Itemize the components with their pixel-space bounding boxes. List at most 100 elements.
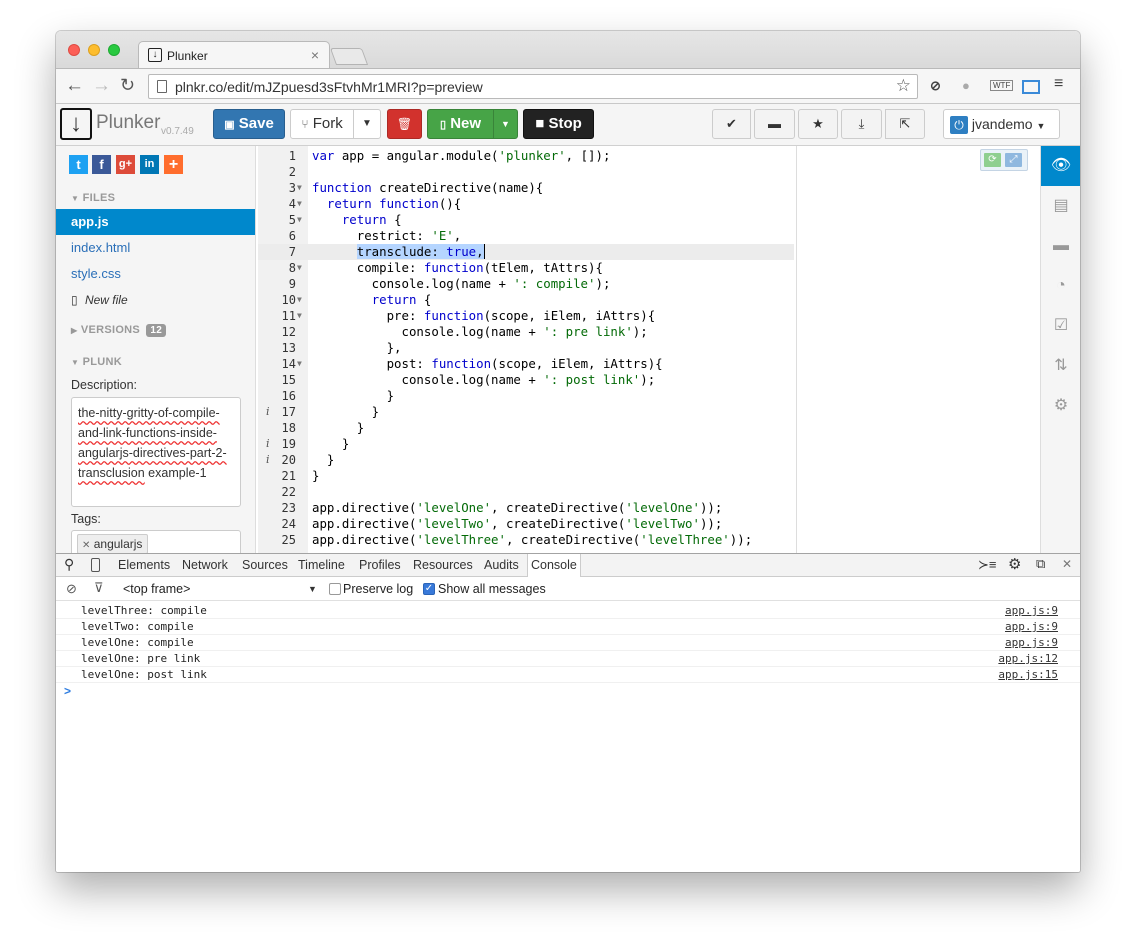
screen-capture-icon[interactable] [1022, 80, 1040, 94]
console-source-link[interactable]: app.js:9 [1005, 603, 1058, 619]
plunk-heading[interactable]: ▼ PLUNK [71, 356, 122, 368]
tab-console[interactable]: Console [527, 554, 581, 577]
tab-sources[interactable]: Sources [242, 558, 288, 572]
save-button[interactable]: ▣ Save [213, 109, 285, 139]
code-line[interactable]: 22 [258, 484, 794, 500]
code-line[interactable]: 7 transclude: true, [258, 244, 794, 260]
new-tab-button[interactable] [329, 48, 369, 65]
code-line[interactable]: 4 ▼ return function(){ [258, 196, 794, 212]
code-line[interactable]: 10 ▼ return { [258, 292, 794, 308]
new-button[interactable]: ▯ New [427, 109, 494, 139]
code-line[interactable]: 6 restrict: 'E', [258, 228, 794, 244]
console-drawer-icon[interactable]: ≻≡ [978, 557, 996, 573]
tab-close-icon[interactable]: × [311, 47, 319, 63]
close-devtools-icon[interactable]: ✕ [1062, 557, 1072, 571]
linkedin-icon[interactable]: in [140, 155, 159, 174]
remove-tag-icon[interactable]: ✕ [82, 540, 90, 551]
plunker-logo-icon[interactable]: ↓ [60, 108, 92, 140]
code-line[interactable]: 14 ▼ post: function(scope, iElem, iAttrs)… [258, 356, 794, 372]
console-source-link[interactable]: app.js:9 [1005, 635, 1058, 651]
refresh-preview-icon[interactable]: ⟳ [984, 153, 1001, 167]
briefcase-button[interactable]: ▬ [754, 109, 795, 139]
browser-tab[interactable]: ↓ Plunker × [138, 41, 330, 69]
preserve-log-checkbox[interactable] [329, 583, 341, 595]
description-textarea[interactable]: the-nitty-gritty-of-compile- and-link-fu… [71, 397, 241, 507]
tab-audits[interactable]: Audits [484, 558, 519, 572]
check-button[interactable]: ✔ [712, 109, 751, 139]
fold-arrow-icon[interactable]: ▼ [297, 212, 302, 228]
stop-button[interactable]: ■ Stop [523, 109, 594, 139]
fold-arrow-icon[interactable]: ▼ [297, 260, 302, 276]
frame-selector[interactable]: <top frame> [123, 582, 190, 596]
show-all-messages-checkbox[interactable]: ✓ [423, 583, 435, 595]
delete-button[interactable]: 🗑 [387, 109, 422, 139]
preview-eye-icon[interactable]: 👁 [1041, 146, 1080, 186]
console-source-link[interactable]: app.js:9 [1005, 619, 1058, 635]
code-line[interactable]: 24 app.directive('levelTwo', createDirect… [258, 516, 794, 532]
download-button[interactable]: ⤓ [841, 109, 882, 139]
frame-dropdown-icon[interactable]: ▼ [308, 584, 317, 594]
new-file-item[interactable]: ▯ New file [56, 287, 255, 313]
code-line[interactable]: 18 } [258, 420, 794, 436]
files-heading[interactable]: ▼ FILES [71, 192, 115, 204]
code-line[interactable]: 9 console.log(name + ': compile'); [258, 276, 794, 292]
fork-dropdown-button[interactable]: ▼ [353, 109, 381, 139]
wtf-extension-icon[interactable]: WTF [990, 80, 1014, 91]
filter-icon[interactable]: ⊽ [94, 580, 104, 596]
fold-arrow-icon[interactable]: ▼ [297, 292, 302, 308]
settings-gear-icon[interactable]: ⚙ [1008, 555, 1021, 573]
code-line[interactable]: 19 i } [258, 436, 794, 452]
code-line[interactable]: 17 i } [258, 404, 794, 420]
tab-resources[interactable]: Resources [413, 558, 473, 572]
code-line[interactable]: 11 ▼ pre: function(scope, iElem, iAttrs){ [258, 308, 794, 324]
file-item-style-css[interactable]: style.css [56, 261, 255, 287]
code-line[interactable]: 2 [258, 164, 794, 180]
code-line[interactable]: 20 i } [258, 452, 794, 468]
fold-arrow-icon[interactable]: ▼ [297, 308, 302, 324]
file-item-index-html[interactable]: index.html [56, 235, 255, 261]
code-line[interactable]: 16 } [258, 388, 794, 404]
fold-arrow-icon[interactable]: ▼ [297, 180, 302, 196]
console-source-link[interactable]: app.js:12 [998, 651, 1058, 667]
checklist-icon[interactable]: ☑ [1041, 306, 1080, 346]
open-external-button[interactable]: ⇱ [885, 109, 925, 139]
code-line[interactable]: 8 ▼ compile: function(tElem, tAttrs){ [258, 260, 794, 276]
sync-icon[interactable]: ⇅ [1041, 346, 1080, 386]
back-icon[interactable]: ← [65, 75, 84, 97]
minimize-window-button[interactable] [88, 44, 100, 56]
tab-profiles[interactable]: Profiles [359, 558, 401, 572]
file-item-app-js[interactable]: app.js [56, 209, 255, 235]
star-button[interactable]: ★ [798, 109, 838, 139]
menu-icon[interactable]: ≡ [1054, 75, 1063, 93]
dashboard-icon[interactable]: ◔ [1041, 266, 1080, 306]
zoom-window-button[interactable] [108, 44, 120, 56]
tags-input[interactable]: ✕ angularjs [71, 530, 241, 553]
reload-icon[interactable]: ↻ [120, 75, 135, 96]
code-line[interactable]: 13 }, [258, 340, 794, 356]
share-more-icon[interactable]: + [164, 155, 183, 174]
console-prompt[interactable]: > [64, 684, 71, 698]
console-source-link[interactable]: app.js:15 [998, 667, 1058, 683]
code-line[interactable]: 12 console.log(name + ': pre link'); [258, 324, 794, 340]
fold-arrow-icon[interactable]: ▼ [297, 196, 302, 212]
google-plus-icon[interactable]: g+ [116, 155, 135, 174]
briefcase-icon[interactable]: ▬ [1041, 226, 1080, 266]
dock-side-icon[interactable]: ⧉ [1036, 556, 1045, 572]
tab-elements[interactable]: Elements [118, 558, 170, 572]
code-line[interactable]: 21} [258, 468, 794, 484]
close-window-button[interactable] [68, 44, 80, 56]
code-line[interactable]: 5 ▼ return { [258, 212, 794, 228]
new-dropdown-button[interactable]: ▼ [493, 109, 518, 139]
code-line[interactable]: 1 var app = angular.module('plunker', [])… [258, 148, 794, 164]
code-line[interactable]: 25 app.directive('levelThree', createDire… [258, 532, 794, 548]
twitter-icon[interactable]: t [69, 155, 88, 174]
tab-network[interactable]: Network [182, 558, 228, 572]
facebook-icon[interactable]: f [92, 155, 111, 174]
hangouts-icon[interactable]: ● [962, 78, 970, 93]
tab-timeline[interactable]: Timeline [298, 558, 345, 572]
clear-console-icon[interactable]: ⊘ [66, 581, 77, 597]
user-menu-button[interactable]: ⏻ jvandemo ▼ [943, 109, 1060, 139]
settings-gear-icon[interactable]: ⚙ [1041, 386, 1080, 426]
fork-button[interactable]: ⑂ Fork [290, 109, 354, 139]
code-line[interactable]: 23 app.directive('levelOne', createDirect… [258, 500, 794, 516]
